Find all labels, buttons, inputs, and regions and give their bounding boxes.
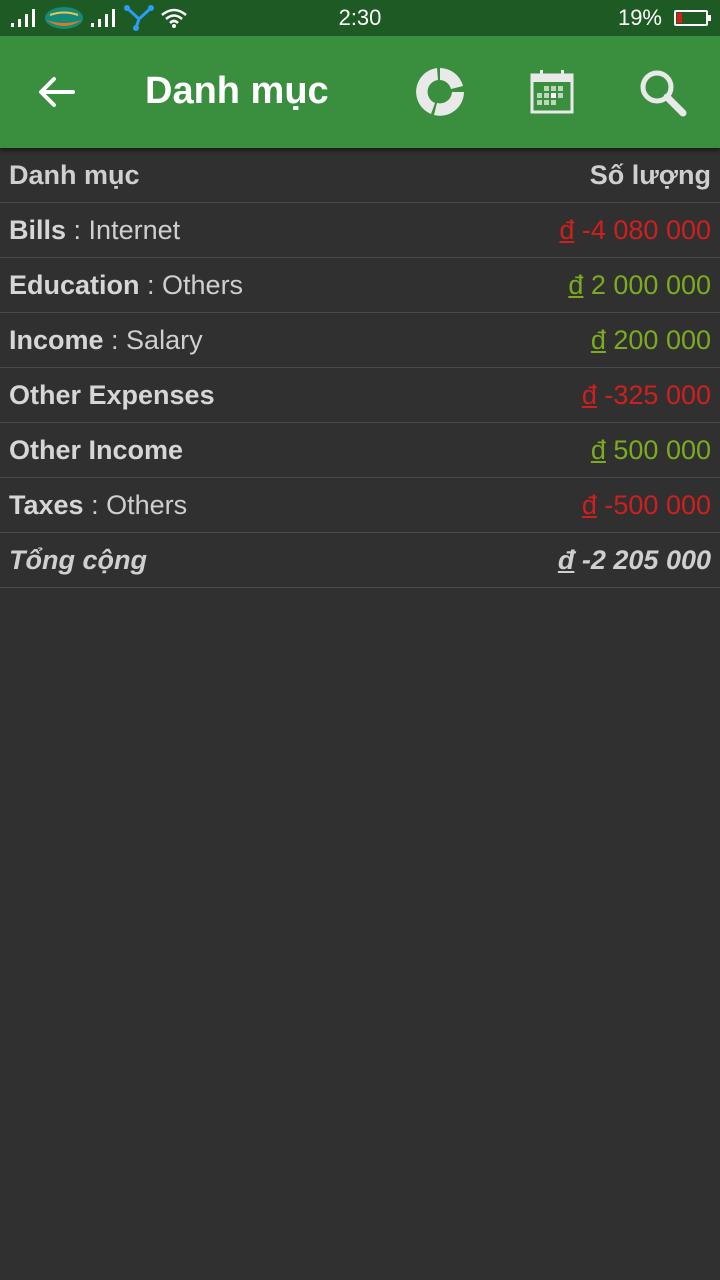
calendar-button[interactable] — [522, 62, 582, 122]
row-amount: đ 500 000 — [591, 435, 711, 466]
total-label: Tổng cộng — [9, 545, 147, 575]
currency-symbol: đ — [590, 435, 606, 465]
table-row[interactable]: Bills : Internet đ -4 080 000 — [0, 203, 720, 258]
category-name: Taxes — [9, 490, 84, 520]
search-button[interactable] — [632, 62, 692, 122]
amount-value: -325 000 — [596, 380, 711, 410]
category-name: Other Income — [9, 435, 184, 465]
currency-symbol: đ — [557, 545, 575, 575]
back-arrow-icon — [39, 77, 75, 107]
amount-value: -500 000 — [596, 490, 711, 520]
currency-symbol: đ — [581, 380, 597, 410]
amount-value: 2 000 000 — [583, 270, 711, 300]
table-row[interactable]: Other Income đ 500 000 — [0, 423, 720, 478]
row-category: Education : Others — [9, 270, 243, 301]
row-amount: đ 200 000 — [591, 325, 711, 356]
row-category: Taxes : Others — [9, 490, 187, 521]
category-name: Other Expenses — [9, 380, 215, 410]
category-name: Income — [9, 325, 104, 355]
chart-button[interactable] — [410, 62, 470, 122]
page-title: Danh mục — [145, 70, 329, 112]
amount-value: 500 000 — [605, 435, 711, 465]
battery-level — [677, 13, 682, 23]
subcategory-name: Salary — [126, 325, 203, 355]
table-header: Danh mục Số lượng — [0, 148, 720, 203]
row-category: Other Income — [9, 435, 183, 466]
category-name: Bills — [9, 215, 67, 245]
category-separator: : — [103, 325, 127, 355]
category-separator: : — [139, 270, 163, 300]
category-name: Education — [9, 270, 140, 300]
status-bar: 2:30 19% — [0, 0, 720, 36]
table-row[interactable]: Taxes : Others đ -500 000 — [0, 478, 720, 533]
status-icons-right: 19% — [617, 4, 711, 32]
app-bar: Danh mục — [0, 36, 720, 148]
category-separator: : — [83, 490, 107, 520]
currency-symbol: đ — [568, 270, 584, 300]
row-category: Bills : Internet — [9, 215, 180, 246]
amount-value: 200 000 — [605, 325, 711, 355]
category-separator: : — [66, 215, 89, 245]
row-amount: đ 2 000 000 — [568, 270, 711, 301]
row-amount: đ -500 000 — [582, 490, 711, 521]
subcategory-name: Others — [106, 490, 188, 520]
table-total-row: Tổng cộng đ -2 205 000 — [0, 533, 720, 588]
category-table: Danh mục Số lượng Bills : Internet đ -4 … — [0, 148, 720, 588]
battery-percent: 19% — [617, 5, 662, 30]
header-amount: Số lượng — [589, 160, 711, 190]
header-category: Danh mục — [9, 160, 140, 190]
currency-symbol: đ — [581, 490, 597, 520]
currency-symbol: đ — [590, 325, 606, 355]
battery-icon — [674, 10, 711, 26]
search-icon — [640, 70, 687, 117]
table-row[interactable]: Education : Others đ 2 000 000 — [0, 258, 720, 313]
table-row[interactable]: Income : Salary đ 200 000 — [0, 313, 720, 368]
subcategory-name: Internet — [88, 215, 181, 245]
calendar-icon — [530, 70, 574, 114]
currency-symbol: đ — [559, 215, 575, 245]
donut-chart-icon — [416, 68, 464, 116]
status-time: 2:30 — [338, 5, 382, 30]
amount-value: -4 080 000 — [574, 215, 711, 245]
row-category: Other Expenses — [9, 380, 215, 411]
back-button[interactable] — [28, 64, 84, 120]
table-row[interactable]: Other Expenses đ -325 000 — [0, 368, 720, 423]
row-amount: đ -4 080 000 — [559, 215, 711, 246]
row-category: Income : Salary — [9, 325, 203, 356]
row-amount: đ -325 000 — [582, 380, 711, 411]
total-amount-value: -2 205 000 — [574, 545, 711, 575]
total-amount: đ -2 205 000 — [558, 545, 711, 576]
subcategory-name: Others — [162, 270, 244, 300]
